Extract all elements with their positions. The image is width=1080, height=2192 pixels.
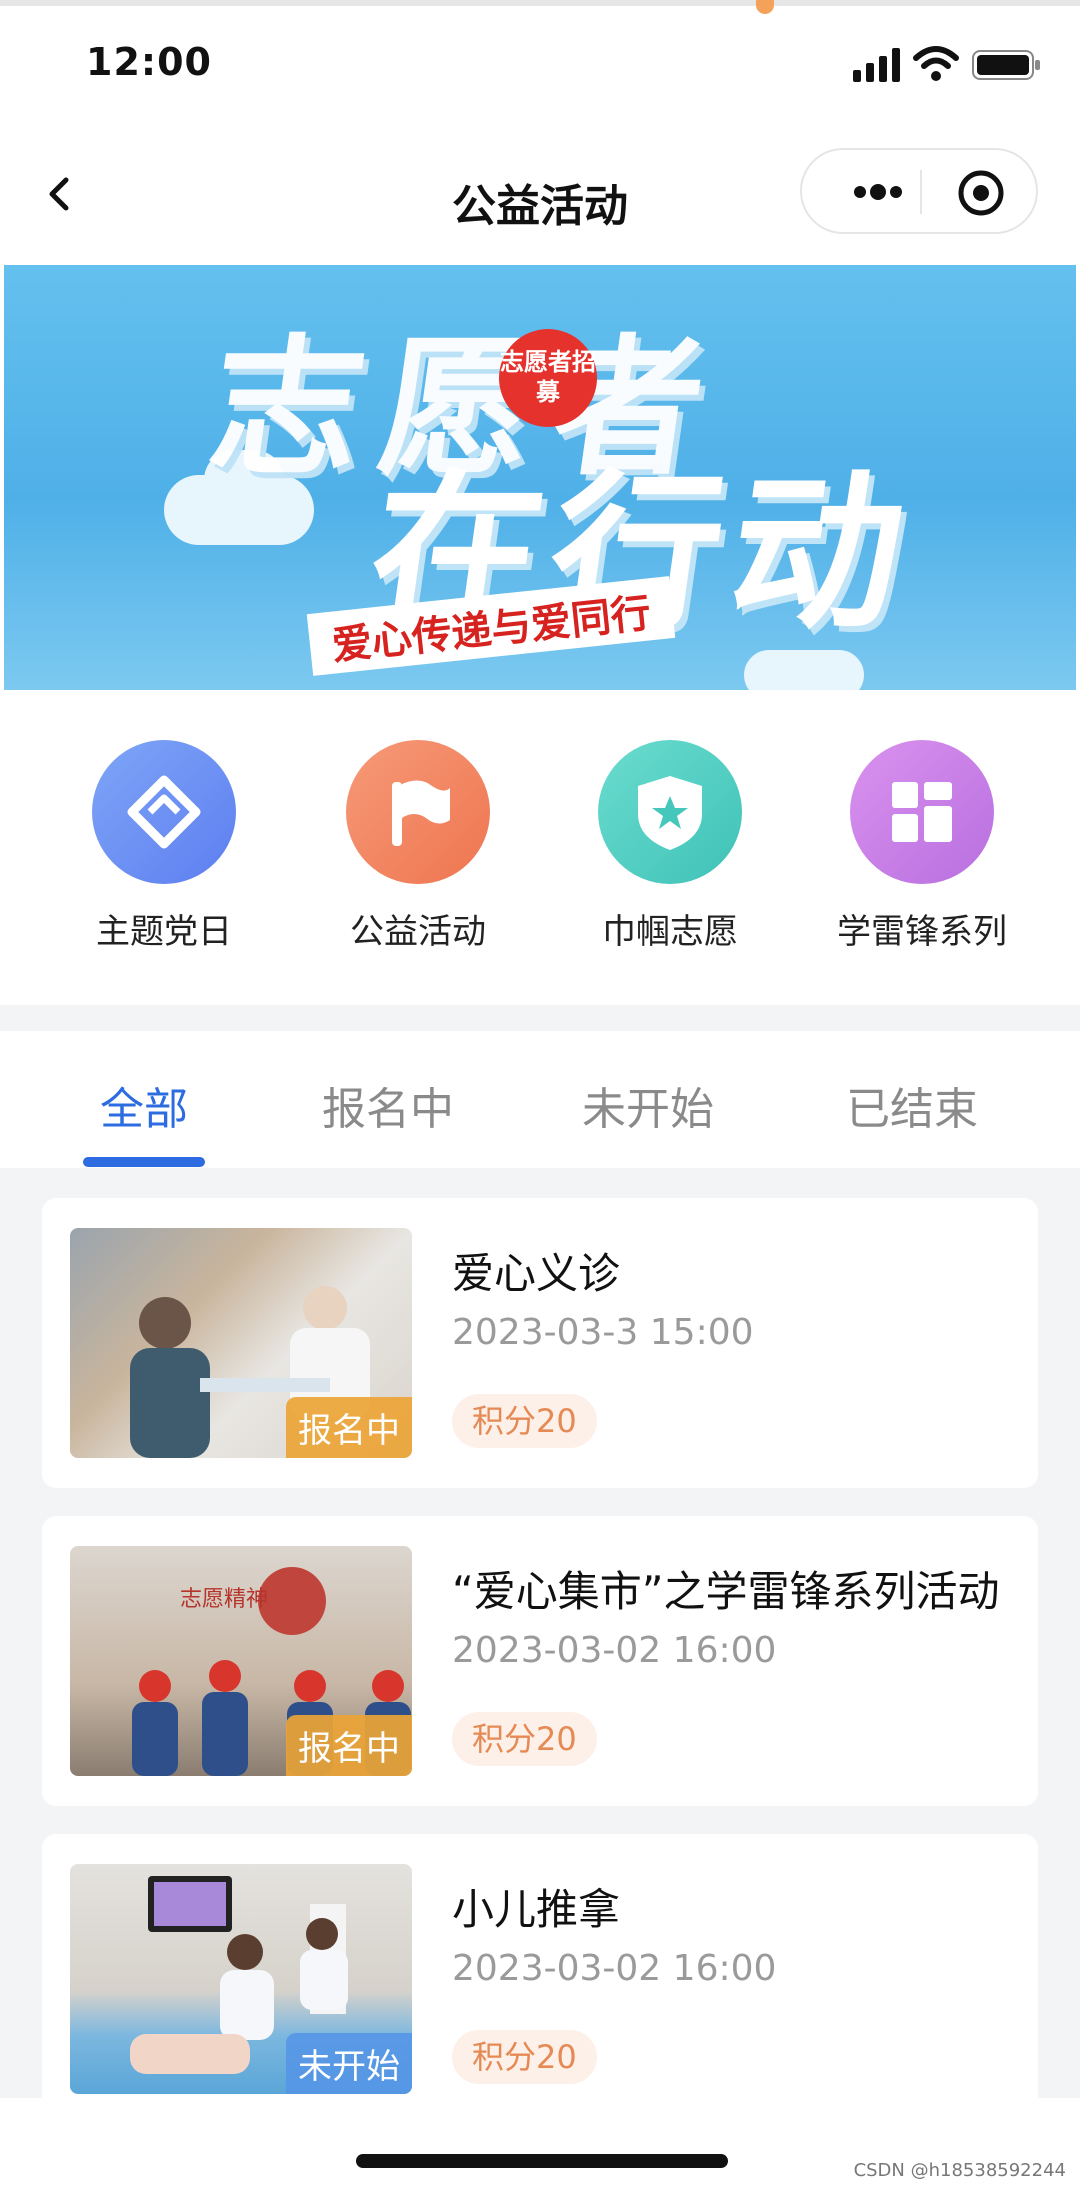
category-item-women-volunteer[interactable]: 巾帼志愿	[560, 740, 780, 953]
svg-text:志愿精神: 志愿精神	[180, 1587, 268, 1612]
capsule-divider	[920, 170, 922, 214]
activity-thumbnail: 报名中	[70, 1228, 412, 1458]
activity-list: 报名中 爱心义诊 2023-03-3 15:00 积分20 志愿精神 报名中 “…	[0, 1168, 1080, 2098]
activity-title: “爱心集市”之学雷锋系列活动	[452, 1567, 1000, 1616]
tab-all[interactable]: 全部	[100, 1073, 188, 1137]
points-badge: 积分20	[452, 1394, 597, 1448]
handshake-icon	[92, 740, 236, 884]
activity-time: 2023-03-02 16:00	[452, 1630, 777, 1671]
category-label: 巾帼志愿	[602, 912, 738, 952]
category-item-public-welfare[interactable]: 公益活动	[308, 740, 528, 953]
category-grid: 主题党日 公益活动 巾帼志愿 学雷锋系列	[0, 740, 1080, 960]
status-badge: 报名中	[286, 1397, 412, 1458]
activity-thumbnail: 志愿精神 报名中	[70, 1546, 412, 1776]
tab-ended[interactable]: 已结束	[846, 1073, 978, 1137]
flag-icon	[346, 740, 490, 884]
status-badge: 未开始	[286, 2033, 412, 2094]
category-label: 主题党日	[96, 912, 232, 952]
activity-title: 爱心义诊	[452, 1249, 621, 1298]
activity-card[interactable]: 志愿精神 报名中 “爱心集市”之学雷锋系列活动 2023-03-02 16:00…	[42, 1516, 1038, 1806]
activity-thumbnail: 未开始	[70, 1864, 412, 2094]
activity-time: 2023-03-3 15:00	[452, 1312, 754, 1353]
battery-icon	[972, 50, 1040, 80]
signal-icon	[853, 48, 900, 82]
mini-program-capsule	[800, 148, 1038, 234]
filter-tabs: 全部 报名中 未开始 已结束	[0, 1031, 1080, 1168]
home-indicator[interactable]	[356, 2154, 728, 2168]
tab-registering[interactable]: 报名中	[322, 1073, 454, 1137]
activity-title: 小儿推拿	[452, 1885, 621, 1934]
status-badge: 报名中	[286, 1715, 412, 1776]
category-item-theme-party-day[interactable]: 主题党日	[54, 740, 274, 953]
status-bar: 12:00	[0, 0, 1080, 130]
points-badge: 积分20	[452, 1712, 597, 1766]
activity-card[interactable]: 未开始 小儿推拿 2023-03-02 16:00 积分20	[42, 1834, 1038, 2098]
grid-icon	[850, 740, 994, 884]
section-divider	[0, 1005, 1080, 1031]
tab-not-started[interactable]: 未开始	[582, 1073, 714, 1137]
active-tab-indicator	[83, 1157, 205, 1167]
watermark: CSDN @h18538592244	[853, 2160, 1066, 2181]
activity-time: 2023-03-02 16:00	[452, 1948, 777, 1989]
shield-star-icon	[598, 740, 742, 884]
banner[interactable]: 志愿者 在行动 志愿者招募 爱心传递与爱同行	[4, 265, 1076, 690]
banner-badge: 志愿者招募	[499, 329, 597, 427]
close-target-icon[interactable]	[958, 170, 1004, 216]
category-item-lei-feng-series[interactable]: 学雷锋系列	[812, 740, 1032, 953]
points-badge: 积分20	[452, 2030, 597, 2084]
more-icon[interactable]	[838, 172, 918, 212]
nav-bar: 公益活动	[0, 130, 1080, 260]
status-time: 12:00	[86, 40, 212, 84]
activity-card[interactable]: 报名中 爱心义诊 2023-03-3 15:00 积分20	[42, 1198, 1038, 1488]
category-label: 学雷锋系列	[837, 912, 1007, 952]
category-label: 公益活动	[350, 912, 486, 952]
wifi-icon	[913, 46, 959, 81]
